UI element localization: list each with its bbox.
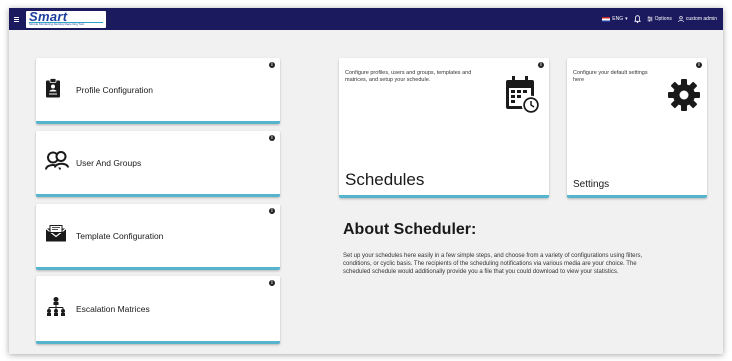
gear-icon <box>667 78 701 117</box>
info-icon[interactable]: i <box>269 135 275 141</box>
hierarchy-icon <box>45 296 67 321</box>
schedules-description: Configure profiles, users and groups, te… <box>345 70 472 83</box>
envelope-icon <box>45 224 67 247</box>
top-bar: Smart Simple Monitoring Alerting Reporti… <box>9 8 723 30</box>
language-selector[interactable]: ENG ▾ <box>602 16 628 22</box>
options-button[interactable]: Options <box>647 16 672 22</box>
notifications-bell-icon[interactable] <box>633 15 641 23</box>
info-icon[interactable]: i <box>696 62 702 68</box>
options-label: Options <box>654 16 672 22</box>
info-icon[interactable]: i <box>269 280 275 286</box>
smart-logo[interactable]: Smart Simple Monitoring Alerting Reporti… <box>26 10 106 28</box>
card-label: Escalation Matrices <box>76 303 150 314</box>
users-icon <box>45 150 69 175</box>
logo-tagline: Simple Monitoring Alerting Reporting Too… <box>29 21 84 26</box>
settings-card[interactable]: i Configure your default settings here S… <box>567 58 707 198</box>
escalation-matrices-card[interactable]: i Escalation Matrices <box>36 276 280 344</box>
user-label: custom admin <box>685 16 717 22</box>
clipboard-icon <box>45 77 61 102</box>
sliders-icon <box>647 16 653 22</box>
settings-description: Configure your default settings here <box>573 70 648 83</box>
header-actions: ENG ▾ Options custom admin <box>602 15 717 23</box>
card-label: Template Configuration <box>76 230 164 241</box>
info-icon[interactable]: i <box>538 62 544 68</box>
app-window: Smart Simple Monitoring Alerting Reporti… <box>9 8 723 354</box>
logo-underline <box>29 21 103 23</box>
card-label: User And Groups <box>76 157 142 168</box>
settings-title: Settings <box>573 179 610 190</box>
about-scheduler-text: Set up your schedules here easily in a f… <box>343 253 643 275</box>
about-scheduler-heading: About Scheduler: <box>343 221 477 238</box>
hamburger-menu-icon[interactable] <box>11 8 22 30</box>
flag-icon <box>602 16 611 22</box>
schedules-title: Schedules <box>345 170 425 189</box>
language-label: ENG <box>612 16 624 22</box>
schedules-card[interactable]: i Configure profiles, users and groups, … <box>339 58 549 198</box>
card-label: Profile Configuration <box>76 84 154 95</box>
profile-configuration-card[interactable]: i Profile Configuration <box>36 58 280 124</box>
info-icon[interactable]: i <box>269 208 275 214</box>
calendar-clock-icon <box>504 75 542 120</box>
chevron-down-icon: ▾ <box>625 16 628 22</box>
template-configuration-card[interactable]: i Template Configuration <box>36 204 280 270</box>
user-and-groups-card[interactable]: i User And Groups <box>36 131 280 197</box>
user-menu[interactable]: custom admin <box>678 16 717 22</box>
user-icon <box>678 16 684 22</box>
info-icon[interactable]: i <box>269 62 275 68</box>
